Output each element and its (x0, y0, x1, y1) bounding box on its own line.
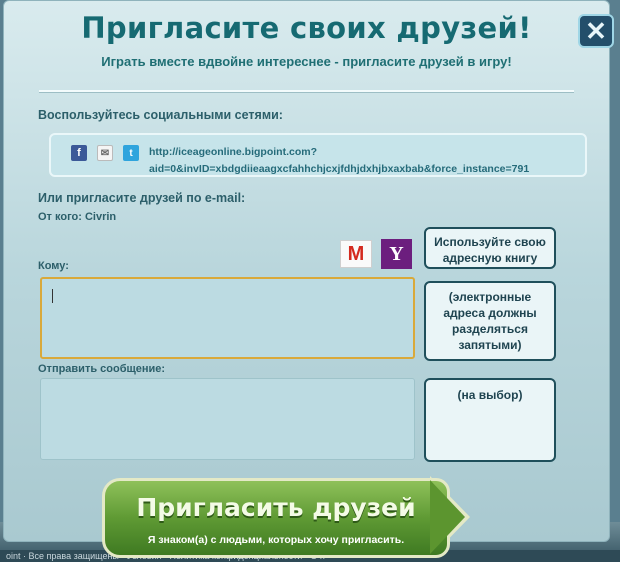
dialog-title: Пригласите своих друзей! (81, 11, 532, 45)
email-label: Или пригласите друзей по e-mail: (38, 191, 246, 205)
optional-hint-box: (на выбор) (424, 378, 556, 462)
title-divider (39, 90, 574, 92)
invite-link[interactable]: http://iceageonline.bigpoint.com? aid=0&… (149, 144, 529, 178)
message-label: Отправить сообщение: (38, 363, 166, 375)
address-book-label: Используйте свою адресную книгу (434, 235, 546, 265)
invite-link-line2: aid=0&invID=xbdgdiieaagxcfahhchjcxjfdhjd… (149, 163, 530, 175)
optional-hint: (на выбор) (457, 388, 523, 402)
facebook-icon[interactable]: f (71, 145, 87, 161)
address-book-button[interactable]: Используйте свою адресную книгу (424, 227, 556, 269)
to-label: Кому: (38, 260, 69, 272)
invite-button-sublabel: Я знаком(а) с людьми, которых хочу пригл… (147, 534, 405, 546)
close-icon: ✕ (585, 15, 607, 46)
separator-hint: (электронные адреса должны разделяться з… (443, 290, 537, 352)
invite-button-arrow[interactable] (430, 480, 465, 554)
twitter-icon[interactable]: t (123, 145, 139, 161)
invite-friends-button[interactable]: Пригласить друзей Я знаком(а) с людьми, … (102, 478, 450, 558)
dialog-subtitle: Играть вместе вдвойне интереснее - пригл… (101, 54, 512, 69)
gmail-import-button[interactable]: M (340, 240, 372, 268)
yahoo-icon: Y (389, 242, 404, 265)
invite-friends-dialog: Пригласите своих друзей! Играть вместе в… (3, 0, 610, 542)
text-cursor (52, 289, 53, 303)
mail-icon[interactable]: ✉ (97, 145, 113, 161)
separator-hint-box: (электронные адреса должны разделяться з… (424, 281, 556, 361)
yahoo-import-button[interactable]: Y (381, 239, 412, 269)
gmail-icon: M (347, 242, 365, 265)
invite-link-line1: http://iceageonline.bigpoint.com? (149, 146, 317, 158)
to-field[interactable] (40, 277, 415, 359)
close-button[interactable]: ✕ (578, 14, 614, 48)
message-field[interactable] (40, 378, 415, 460)
from-line: От кого: Civrin (38, 211, 117, 223)
social-label: Воспользуйтесь социальными сетями: (38, 108, 283, 122)
invite-button-label: Пригласить друзей (136, 493, 416, 522)
invite-link-box[interactable]: f ✉ t http://iceageonline.bigpoint.com? … (49, 133, 587, 177)
